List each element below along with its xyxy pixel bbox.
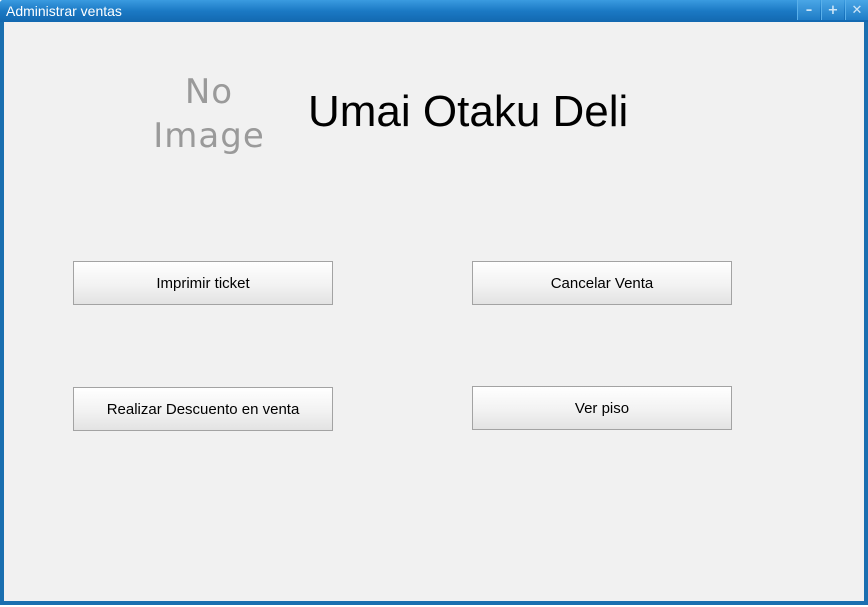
no-image-line1: No bbox=[184, 72, 234, 112]
cancel-sale-button[interactable]: Cancelar Venta bbox=[472, 261, 732, 305]
app-window: Administrar ventas – + ✕ No Image Umai O… bbox=[0, 0, 868, 605]
window-title: Administrar ventas bbox=[6, 3, 122, 19]
title-bar[interactable]: Administrar ventas – + ✕ bbox=[0, 0, 868, 22]
store-name-heading: Umai Otaku Deli bbox=[308, 87, 629, 136]
main-panel: No Image Umai Otaku Deli Imprimir ticket… bbox=[4, 22, 864, 601]
no-image-line2: Image bbox=[153, 116, 265, 156]
apply-discount-button[interactable]: Realizar Descuento en venta bbox=[73, 387, 333, 431]
maximize-icon[interactable]: + bbox=[821, 0, 844, 20]
window-controls: – + ✕ bbox=[796, 0, 868, 22]
view-floor-button[interactable]: Ver piso bbox=[472, 386, 732, 430]
minimize-icon[interactable]: – bbox=[797, 0, 820, 20]
print-ticket-button[interactable]: Imprimir ticket bbox=[73, 261, 333, 305]
close-icon[interactable]: ✕ bbox=[845, 0, 868, 20]
logo-placeholder-image: No Image bbox=[144, 70, 274, 160]
